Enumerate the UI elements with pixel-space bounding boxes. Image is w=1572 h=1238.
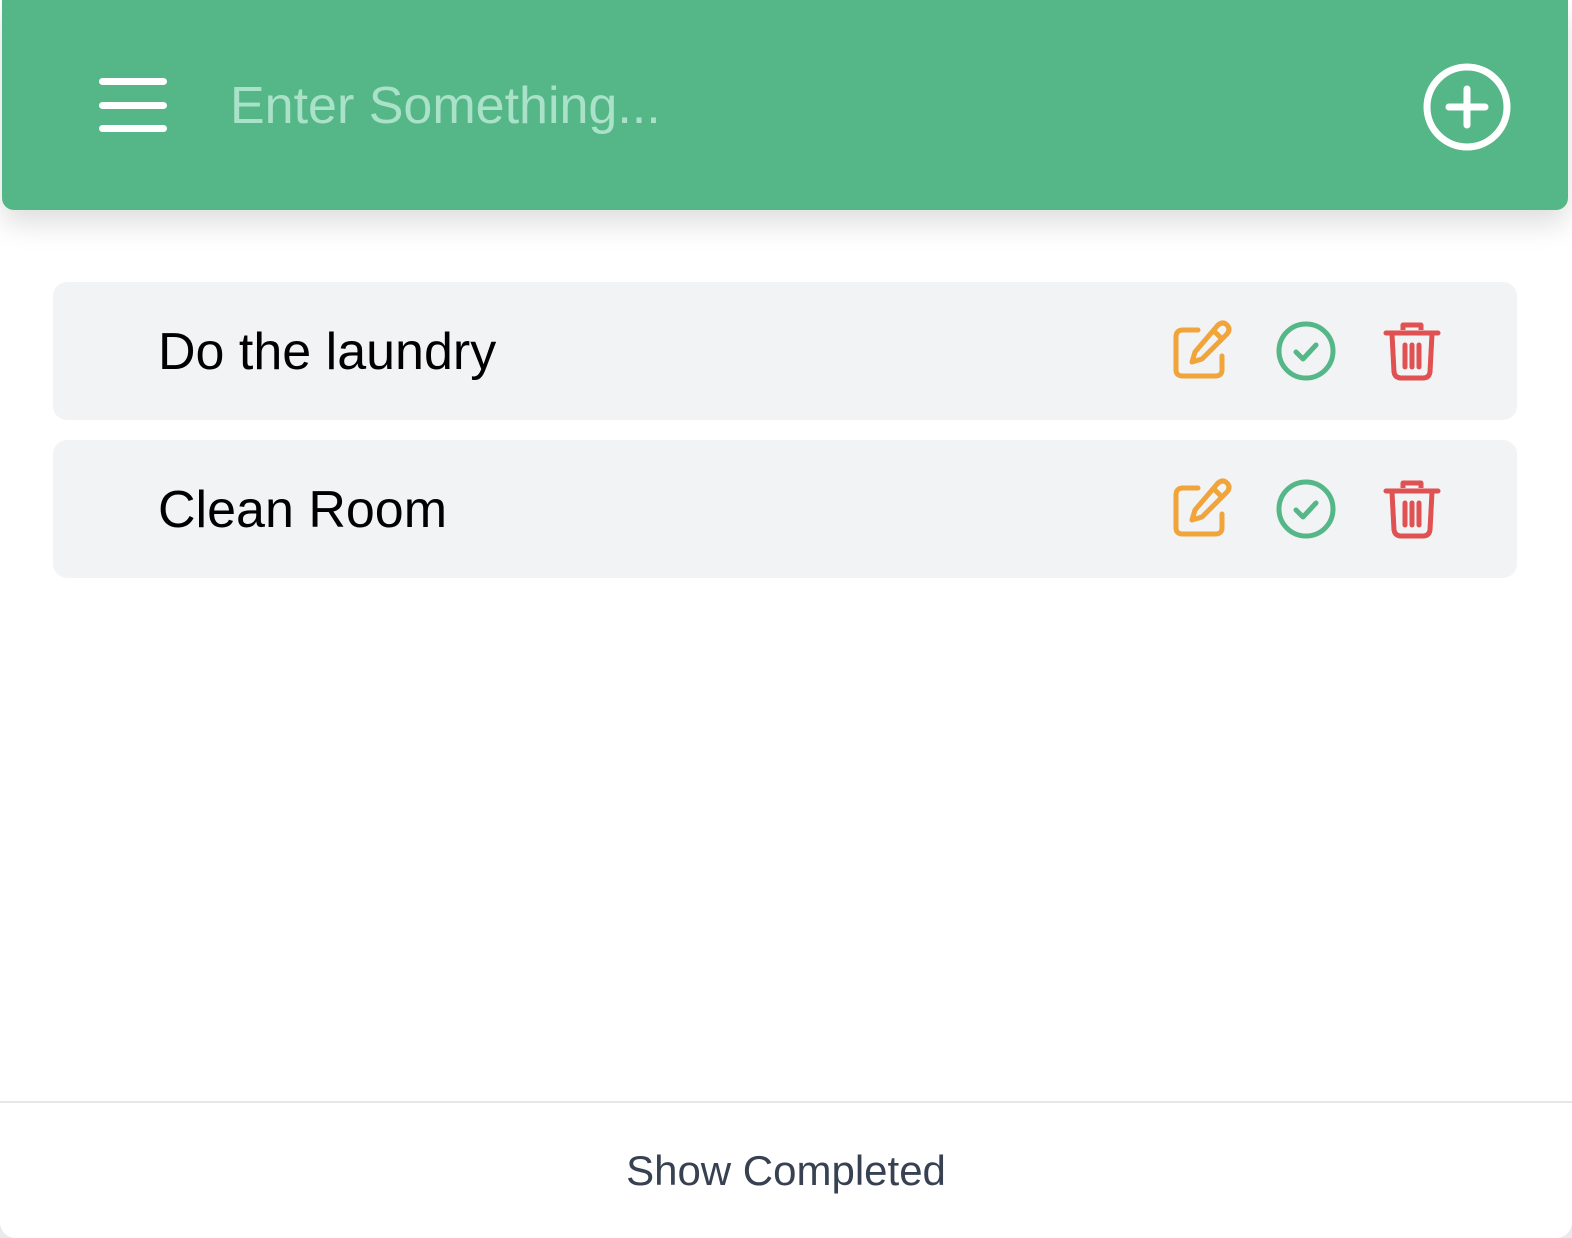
check-circle-icon bbox=[1276, 479, 1336, 539]
hamburger-menu-icon[interactable] bbox=[99, 78, 167, 134]
todo-text: Clean Room bbox=[158, 481, 448, 539]
todo-text: Do the laundry bbox=[158, 323, 497, 381]
edit-button[interactable] bbox=[1171, 478, 1233, 540]
trash-icon bbox=[1383, 322, 1441, 381]
todo-app: Do the laundry bbox=[0, 0, 1572, 1238]
delete-button[interactable] bbox=[1381, 320, 1443, 382]
todo-item: Do the laundry bbox=[53, 282, 1517, 420]
footer-bar: Show Completed bbox=[0, 1101, 1572, 1238]
show-completed-button[interactable]: Show Completed bbox=[0, 1147, 1572, 1195]
edit-icon bbox=[1173, 320, 1232, 379]
check-circle-icon bbox=[1276, 321, 1336, 381]
edit-icon bbox=[1173, 478, 1232, 537]
header-bar bbox=[2, 0, 1568, 210]
add-todo-button[interactable] bbox=[1422, 62, 1512, 152]
todo-list: Do the laundry Clean Room bbox=[53, 282, 1517, 598]
trash-icon bbox=[1383, 480, 1441, 539]
delete-button[interactable] bbox=[1381, 478, 1443, 540]
edit-button[interactable] bbox=[1171, 320, 1233, 382]
todo-input[interactable] bbox=[230, 70, 1330, 142]
complete-button[interactable] bbox=[1275, 320, 1337, 382]
complete-button[interactable] bbox=[1275, 478, 1337, 540]
plus-circle-icon bbox=[1423, 63, 1511, 151]
todo-item: Clean Room bbox=[53, 440, 1517, 578]
